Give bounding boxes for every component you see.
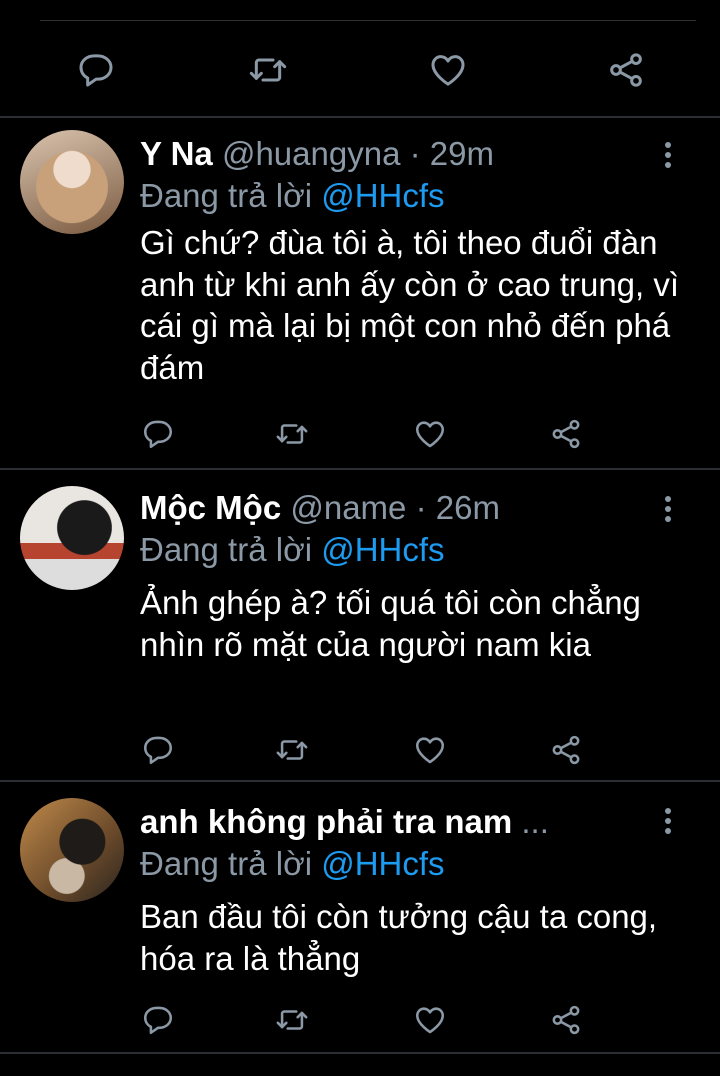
more-vertical-icon [663, 494, 673, 524]
reply-button[interactable] [140, 1002, 176, 1038]
reply-button[interactable] [140, 416, 176, 452]
more-vertical-icon [663, 140, 673, 170]
reply-tweet[interactable]: Y Na @huangyna · 29m Đang trả lời @HHcfs… [0, 118, 720, 468]
display-name[interactable]: Y Na [140, 135, 213, 172]
display-name[interactable]: anh không phải tra nam [140, 803, 512, 840]
avatar[interactable] [20, 798, 124, 902]
replying-to: Đang trả lời @HHcfs [140, 176, 445, 216]
heart-icon [413, 733, 447, 767]
avatar[interactable] [20, 486, 124, 590]
replying-to: Đang trả lời @HHcfs [140, 844, 445, 884]
share-icon [549, 417, 583, 451]
tweet-text: Ảnh ghép à? tối quá tôi còn chẳng nhìn r… [140, 584, 641, 663]
reply-tweet[interactable]: anh không phải tra nam ... Đang trả lời … [0, 782, 720, 1052]
retweet-button[interactable] [274, 732, 310, 768]
retweet-button[interactable] [274, 416, 310, 452]
tweet-header: Y Na @huangyna · 29m [140, 134, 494, 174]
heart-icon [428, 50, 468, 90]
more-options-button[interactable] [660, 140, 676, 170]
tweet-action-bar [0, 730, 720, 770]
share-icon [549, 1003, 583, 1037]
share-icon [549, 733, 583, 767]
like-button[interactable] [412, 416, 448, 452]
tweet-header: anh không phải tra nam ... [140, 802, 549, 842]
username[interactable]: @huangyna [222, 135, 400, 172]
tweet-action-bar [0, 1000, 720, 1040]
share-button[interactable] [548, 1002, 584, 1038]
reply-icon [141, 1003, 175, 1037]
share-button[interactable] [606, 50, 646, 90]
reply-icon [76, 50, 116, 90]
reply-button[interactable] [140, 732, 176, 768]
main-tweet-action-bar [0, 38, 720, 98]
retweet-icon [275, 1003, 309, 1037]
retweet-button[interactable] [248, 50, 288, 90]
like-button[interactable] [412, 732, 448, 768]
more-options-button[interactable] [660, 806, 676, 836]
timestamp: · 26m [415, 489, 500, 526]
more-vertical-icon [663, 806, 673, 836]
replying-to-label: Đang trả lời [140, 531, 313, 568]
replying-to-label: Đang trả lời [140, 177, 313, 214]
share-button[interactable] [548, 732, 584, 768]
tweet-text: Ban đầu tôi còn tưởng cậu ta cong, hóa r… [140, 898, 658, 977]
tweet-text: Gì chứ? đùa tôi à, tôi theo đuổi đàn anh… [140, 224, 680, 386]
tweet-action-bar [0, 414, 720, 454]
display-name[interactable]: Mộc Mộc [140, 489, 281, 526]
like-button[interactable] [428, 50, 468, 90]
retweet-icon [275, 417, 309, 451]
timestamp: · 29m [409, 135, 494, 172]
reply-button[interactable] [76, 50, 116, 90]
reply-tweet[interactable]: Mộc Mộc @name · 26m Đang trả lời @HHcfs … [0, 470, 720, 780]
replying-to: Đang trả lời @HHcfs [140, 530, 445, 570]
username[interactable]: @name [290, 489, 406, 526]
avatar[interactable] [20, 130, 124, 234]
replying-to-handle[interactable]: @HHcfs [321, 531, 444, 568]
tweet-header: Mộc Mộc @name · 26m [140, 488, 500, 528]
share-icon [606, 50, 646, 90]
replying-to-handle[interactable]: @HHcfs [321, 177, 444, 214]
top-divider [40, 20, 696, 21]
replying-to-handle[interactable]: @HHcfs [321, 845, 444, 882]
reply-icon [141, 733, 175, 767]
heart-icon [413, 1003, 447, 1037]
username[interactable]: ... [521, 803, 549, 840]
more-options-button[interactable] [660, 494, 676, 524]
reply-icon [141, 417, 175, 451]
like-button[interactable] [412, 1002, 448, 1038]
replying-to-label: Đang trả lời [140, 845, 313, 882]
heart-icon [413, 417, 447, 451]
retweet-button[interactable] [274, 1002, 310, 1038]
share-button[interactable] [548, 416, 584, 452]
retweet-icon [275, 733, 309, 767]
divider [0, 1052, 720, 1054]
retweet-icon [248, 50, 288, 90]
